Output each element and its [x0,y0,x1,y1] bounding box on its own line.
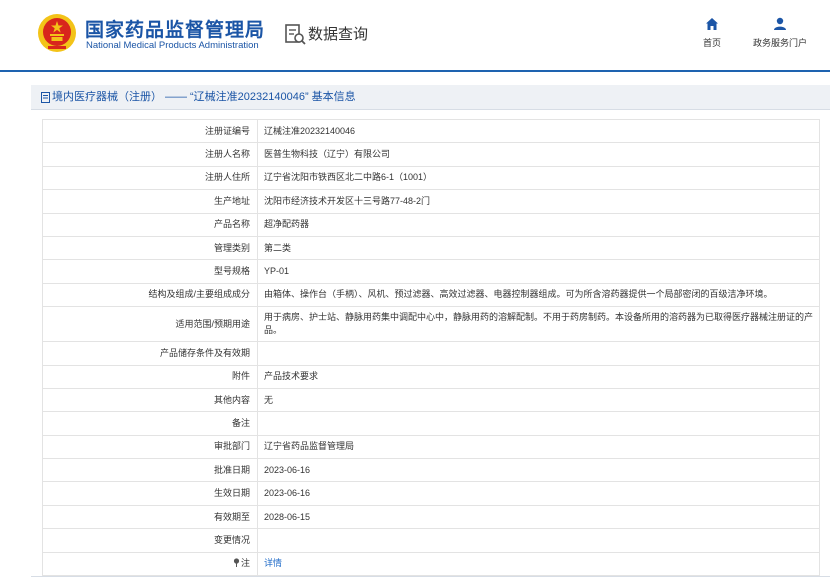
table-row: 审批部门 辽宁省药品监督管理局 [42,434,820,460]
field-label: 注册证编号 [42,118,258,144]
table-row: 管理类别 第二类 [42,235,820,261]
user-icon [774,17,786,30]
table-row: 备注 [42,411,820,436]
field-label: 适用范围/预期用途 [42,306,258,343]
table-row: 生效日期 2023-06-16 [42,481,820,506]
table-row: 生产地址 沈阳市经济技术开发区十三号路77-48-2门 [42,189,820,214]
table-row: 产品储存条件及有效期 [42,341,820,366]
table-row: 批准日期 2023-06-16 [42,458,820,483]
field-value: 超净配药器 [257,212,820,237]
nav-portal-label: 政务服务门户 [752,38,807,48]
table-row: 型号规格 YP-01 [42,259,820,284]
table-row: 注 详情 [42,551,820,577]
note-label: 注 [240,558,250,569]
table-row: 附件 产品技术要求 [42,364,820,389]
breadcrumb-record-title: “辽械注准20232140046” 基本信息 [190,91,356,103]
field-value: 第二类 [257,235,820,261]
field-label: 产品名称 [42,212,258,237]
field-value: 产品技术要求 [257,364,820,389]
national-emblem-icon [38,14,76,52]
field-label: 生效日期 [42,481,258,506]
field-label: 审批部门 [42,434,258,460]
field-value [257,528,820,553]
table-row: 其他内容无 [42,387,820,413]
field-value: 辽宁省药品监督管理局 [257,434,820,460]
registration-info-table: 注册证编号 辽械注准20232140046 注册人名称 医普生物科技（辽宁）有限公司… [42,118,820,577]
home-icon [706,18,718,30]
nav-home-label: 首页 [702,38,721,48]
table-row: 注册证编号 辽械注准20232140046 [42,118,820,144]
field-value: 2023-06-16 [257,481,820,506]
breadcrumb-category[interactable]: 境内医疗器械（注册） [52,91,162,103]
nav-home-link[interactable]: 首页 [697,17,727,49]
field-label: 管理类别 [42,235,258,261]
field-value: 无 [257,387,820,413]
table-row: 注册人名称 医普生物科技（辽宁）有限公司 [42,142,820,167]
field-value: 医普生物科技（辽宁）有限公司 [257,142,820,167]
field-value: 用于病房、护士站、静脉用药集中调配中心中，静脉用药的溶解配制。不用于药房制药。本… [257,306,820,343]
content-divider [31,576,830,577]
site-header: 国家药品监督管理局 National Medical Products Admi… [0,0,830,72]
field-value: 辽械注准20232140046 [257,118,820,144]
field-value [257,411,820,436]
field-label: 产品储存条件及有效期 [42,341,258,366]
field-value: 由箱体、操作台（手柄）、风机、预过滤器、高效过滤器、电器控制器组成。可为所含溶药… [257,282,820,308]
field-label: 注册人住所 [42,165,258,191]
field-value: YP-01 [257,259,820,284]
field-label: 结构及组成/主要组成成分 [42,282,258,308]
table-row: 有效期至 2028-06-15 [42,504,820,530]
table-row: 产品名称 超净配药器 [42,212,820,237]
data-query-icon [285,24,306,45]
pin-icon [233,558,240,568]
table-row: 注册人住所 辽宁省沈阳市铁西区北二中路6-1（1001） [42,165,820,191]
details-link[interactable]: 详情 [264,558,282,568]
breadcrumb-separator: —— [165,91,187,103]
site-title-cn: 国家药品监督管理局 [85,20,266,41]
field-value: 沈阳市经济技术开发区十三号路77-48-2门 [257,189,820,214]
field-label: 型号规格 [42,259,258,284]
field-value: 辽宁省沈阳市铁西区北二中路6-1（1001） [257,165,820,191]
field-label: 变更情况 [42,528,258,553]
document-icon [41,91,50,103]
field-label: 备注 [42,411,258,436]
site-title-en: National Medical Products Administration [86,40,259,51]
field-value: 2023-06-16 [257,458,820,483]
page-title: 数据查询 [308,26,369,43]
field-label: 附件 [42,364,258,389]
field-label: 有效期至 [42,504,258,530]
table-row: 变更情况 [42,528,820,553]
breadcrumb: 境内医疗器械（注册） —— “辽械注准20232140046” 基本信息 [31,85,830,110]
nav-portal-link[interactable]: 政务服务门户 [750,17,810,49]
field-value [257,341,820,366]
field-value: 2028-06-15 [257,504,820,530]
field-label: 注册人名称 [42,142,258,167]
field-label: 其他内容 [42,387,258,413]
field-label: 生产地址 [42,189,258,214]
note-label-cell: 注 [42,551,258,577]
field-label: 批准日期 [42,458,258,483]
table-row: 结构及组成/主要组成成分 由箱体、操作台（手柄）、风机、预过滤器、高效过滤器、电器… [42,282,820,308]
table-row: 适用范围/预期用途 用于病房、护士站、静脉用药集中调配中心中，静脉用药的溶解配制。… [42,306,820,343]
